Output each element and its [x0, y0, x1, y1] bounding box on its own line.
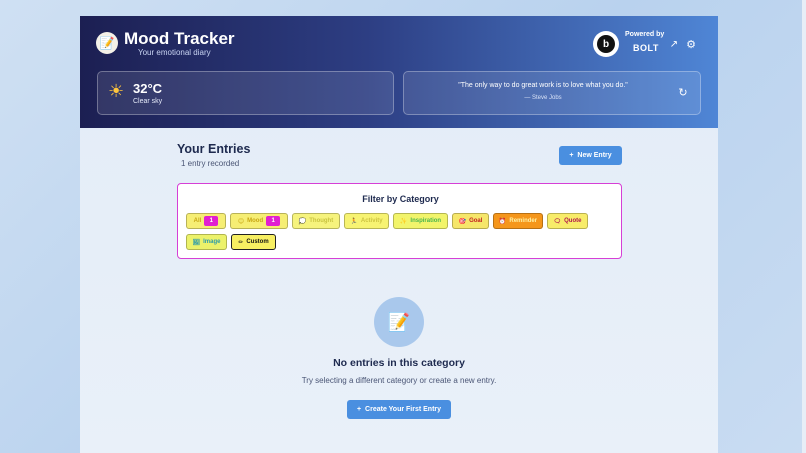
weather-card: ☀ 32°C Clear sky — [97, 71, 394, 115]
entries-count: 1 entry recorded — [181, 159, 240, 168]
chip-label: Activity — [360, 218, 383, 224]
notepad-icon: 📝 — [96, 32, 118, 54]
weather-condition: Clear sky — [133, 98, 163, 105]
sun-icon: ☀ — [108, 81, 125, 101]
chip-label: Thought — [309, 218, 334, 224]
bolt-logo[interactable]: b — [593, 31, 619, 57]
smile-icon: 😊 — [237, 218, 245, 225]
chip-label: All — [193, 218, 202, 224]
scrollbar[interactable] — [802, 0, 806, 453]
quote-author: — Steve Jobs — [524, 95, 562, 101]
filter-chip-custom[interactable]: ✏ Custom — [231, 234, 276, 250]
new-entry-label: New Entry — [577, 152, 612, 159]
target-icon: 🎯 — [458, 218, 467, 225]
external-link-icon[interactable]: ↗ — [668, 38, 680, 50]
filter-chip-activity[interactable]: 🏃 Activity — [344, 213, 389, 229]
chip-label: Inspiration — [410, 218, 442, 224]
chip-count-badge: 1 — [266, 216, 281, 226]
speech-bubble-icon: 🗨 — [553, 218, 562, 225]
app-subtitle: Your emotional diary — [138, 48, 211, 57]
filter-title: Filter by Category — [362, 194, 439, 204]
filter-chip-all[interactable]: All 1 — [186, 213, 226, 229]
chip-count-badge: 1 — [204, 216, 219, 226]
create-first-entry-button[interactable]: + Create Your First Entry — [347, 400, 451, 419]
chip-label: Quote — [564, 218, 582, 224]
category-filter-panel: Filter by Category All 1 😊 Mood 1 💭 Thou… — [177, 183, 622, 259]
chip-label: Image — [203, 239, 221, 245]
filter-chip-thought[interactable]: 💭 Thought — [292, 213, 340, 229]
entries-title: Your Entries — [177, 142, 251, 156]
image-icon: 🖼 — [192, 239, 201, 246]
chip-label: Mood — [247, 218, 264, 224]
app-header: 📝 Mood Tracker Your emotional diary b Po… — [80, 16, 718, 128]
quote-text: "The only way to do great work is to lov… — [458, 82, 628, 89]
settings-gear-icon[interactable]: ⚙ — [685, 38, 697, 51]
sparkles-icon: ✨ — [399, 218, 408, 225]
powered-by-label: Powered by — [625, 31, 665, 38]
refresh-icon[interactable]: ↻ — [676, 85, 690, 99]
powered-by-brand[interactable]: BOLT — [633, 43, 659, 53]
filter-chip-mood[interactable]: 😊 Mood 1 — [230, 213, 288, 229]
weather-temperature: 32°C — [133, 81, 163, 96]
empty-state-subtitle: Try selecting a different category or cr… — [301, 376, 497, 385]
quote-card: "The only way to do great work is to lov… — [403, 71, 701, 115]
filter-chip-image[interactable]: 🖼 Image — [186, 234, 227, 250]
create-first-entry-label: Create Your First Entry — [365, 406, 442, 413]
plus-icon: + — [356, 406, 362, 413]
alarm-clock-icon: ⏰ — [498, 218, 507, 225]
filter-chip-quote[interactable]: 🗨 Quote — [547, 213, 588, 229]
filter-chip-inspiration[interactable]: ✨ Inspiration — [393, 213, 448, 229]
empty-state-notepad-icon: 📝 — [374, 297, 424, 347]
app-title: Mood Tracker — [124, 29, 235, 48]
plus-icon: + — [569, 152, 574, 159]
empty-state-title: No entries in this category — [333, 357, 465, 369]
filter-chip-goal[interactable]: 🎯 Goal — [452, 213, 489, 229]
pencil-icon: ✏ — [238, 239, 244, 246]
running-icon: 🏃 — [350, 218, 358, 225]
thought-bubble-icon: 💭 — [298, 218, 307, 225]
chip-label: Custom — [246, 239, 269, 245]
new-entry-button[interactable]: + New Entry — [559, 146, 622, 165]
chip-label: Reminder — [509, 218, 538, 224]
bolt-logo-icon: b — [597, 35, 615, 53]
app-container: 📝 Mood Tracker Your emotional diary b Po… — [80, 16, 718, 453]
chip-label: Goal — [469, 218, 483, 224]
filter-chip-reminder[interactable]: ⏰ Reminder — [493, 213, 543, 229]
